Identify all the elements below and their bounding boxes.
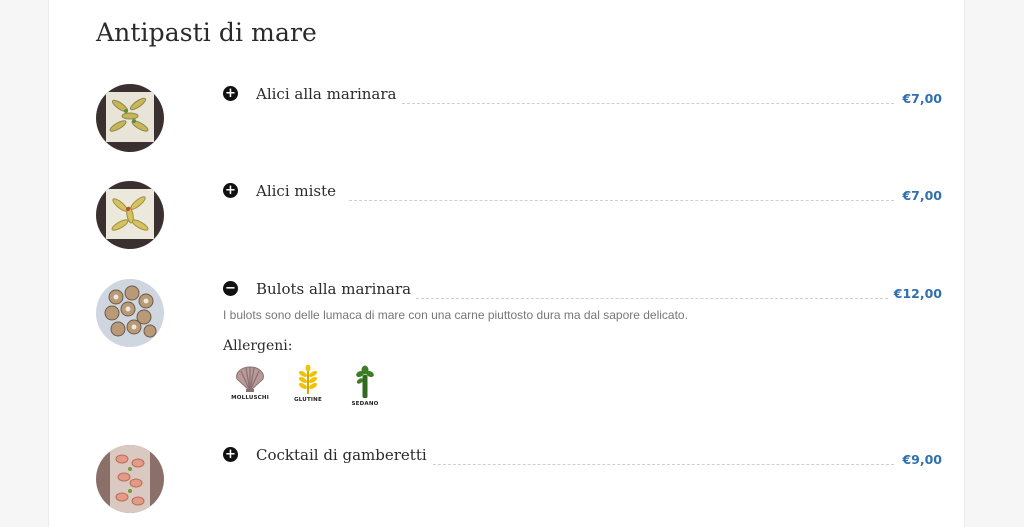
item-price: €9,00 [902, 452, 942, 467]
dish-image [96, 84, 164, 152]
celery-icon [356, 365, 374, 398]
item-price: €12,00 [893, 286, 942, 301]
section-title: Antipasti di mare [96, 18, 317, 47]
shell-icon [236, 366, 264, 392]
leader-dots [349, 200, 894, 201]
item-description: I bulots sono delle lumaca di mare con u… [223, 308, 688, 322]
menu-item: + Alici alla marinara €7,00 [49, 84, 964, 154]
leader-dots [402, 103, 894, 104]
expand-toggle-icon[interactable]: + [223, 447, 238, 462]
item-name[interactable]: Bulots alla marinara [256, 280, 411, 298]
menu-card: Antipasti di mare + Alici alla marinara … [48, 0, 965, 527]
allergen-sedano: SEDANO [340, 365, 390, 407]
item-price: €7,00 [902, 91, 942, 106]
allergen-molluschi: MOLLUSCHI [225, 365, 275, 401]
allergens-label: Allergeni: [223, 338, 293, 354]
dish-image [96, 445, 164, 513]
item-name[interactable]: Cocktail di gamberetti [256, 446, 427, 464]
allergen-label: MOLLUSCHI [231, 395, 269, 401]
collapse-toggle-icon[interactable]: − [223, 281, 238, 296]
dish-image [96, 181, 164, 249]
item-name[interactable]: Alici miste [256, 182, 336, 200]
expand-toggle-icon[interactable]: + [223, 183, 238, 198]
allergen-label: GLUTINE [294, 397, 322, 403]
allergen-label: SEDANO [351, 401, 379, 407]
expand-toggle-icon[interactable]: + [223, 86, 238, 101]
dish-image [96, 279, 164, 347]
item-price: €7,00 [902, 188, 942, 203]
item-name[interactable]: Alici alla marinara [256, 85, 397, 103]
allergen-glutine: GLUTINE [283, 365, 333, 403]
leader-dots [416, 298, 888, 299]
menu-item: + Cocktail di gamberetti €9,00 [49, 445, 964, 515]
leader-dots [433, 464, 894, 465]
wheat-icon [298, 365, 318, 394]
menu-item: + Alici miste €7,00 [49, 181, 964, 251]
menu-item: − Bulots alla marinara €12,00 I bulots s… [49, 279, 964, 429]
